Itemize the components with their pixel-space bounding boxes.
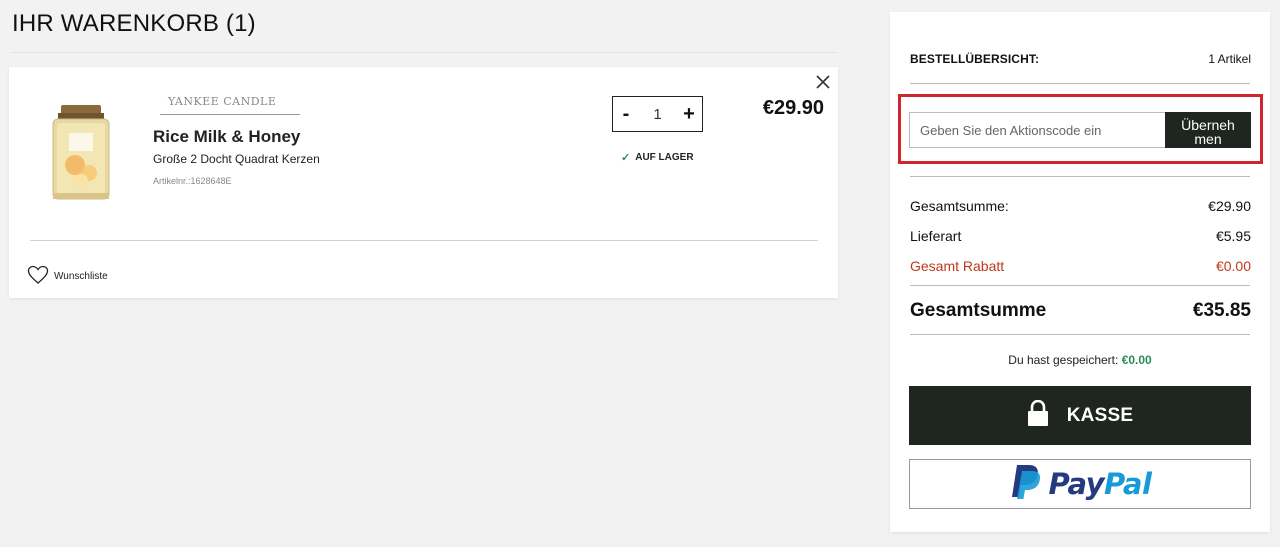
discount-row: Gesamt Rabatt €0.00 [910,258,1251,274]
apply-promo-label-line2: men [1194,130,1222,147]
remove-item-close-icon[interactable] [814,73,832,91]
order-summary-title: BESTELLÜBERSICHT: [910,52,1040,66]
subtotal-row: Gesamtsumme: €29.90 [910,198,1251,214]
quantity-stepper: - + [612,96,703,132]
summary-divider [910,83,1250,84]
checkout-label: KASSE [1066,404,1134,426]
brand-logo[interactable]: YANKEE CANDLE [160,95,300,115]
quantity-decrease-button[interactable]: - [619,104,633,124]
savings-note: Du hast gespeichert: €0.00 [890,353,1270,367]
product-description: Große 2 Docht Quadrat Kerzen [153,152,320,166]
shipping-row: Lieferart €5.95 [910,228,1251,244]
discount-label: Gesamt Rabatt [910,258,1005,274]
shipping-label: Lieferart [910,228,962,244]
cart-item-card: YANKEE CANDLE Rice Milk & Honey Große 2 … [9,67,838,298]
apply-promo-button[interactable]: Überneh men [1165,112,1251,148]
brand-name: YANKEE CANDLE [168,95,277,108]
title-divider [10,52,838,53]
order-summary-panel: BESTELLÜBERSICHT: 1 Artikel Übernehmen G… [890,12,1270,532]
savings-value: €0.00 [1121,353,1152,367]
card-divider [30,240,818,241]
promo-code-form: Übernehmen [909,112,1251,148]
heart-icon [27,265,49,288]
paypal-logo-icon [1009,463,1043,506]
paypal-wordmark-pay: Pay [1048,467,1105,501]
stock-status: ✓ AUF LAGER [621,151,694,164]
product-sku: Artikelnr.:1628648E [153,176,232,186]
order-summary-header: BESTELLÜBERSICHT: 1 Artikel [910,52,1251,66]
product-image[interactable] [45,103,117,203]
savings-label: Du hast gespeichert: [1008,353,1119,367]
paypal-button[interactable]: PayPal [909,459,1251,509]
item-price: €29.90 [762,97,824,119]
discount-value: €0.00 [1215,258,1251,274]
grand-total-value: €35.85 [1192,300,1251,321]
item-count: 1 Artikel [1208,52,1251,66]
page-title: IHR WARENKORB (1) [12,10,256,37]
paypal-wordmark-pal: Pal [1104,467,1152,501]
summary-divider [910,176,1250,177]
promo-code-input[interactable] [909,112,1165,148]
stock-status-label: AUF LAGER [635,152,694,163]
shipping-value: €5.95 [1215,228,1251,244]
checkmark-icon: ✓ [621,152,631,164]
paypal-wordmark: PayPal [1049,467,1152,501]
wishlist-label: Wunschliste [54,271,108,282]
quantity-input[interactable] [637,105,678,123]
checkout-button[interactable]: KASSE [909,386,1251,445]
grand-total-row: Gesamtsumme €35.85 [910,300,1251,322]
lock-icon [1027,399,1049,432]
product-name[interactable]: Rice Milk & Honey [153,127,300,147]
wishlist-button[interactable]: Wunschliste [27,265,108,288]
quantity-increase-button[interactable]: + [682,104,696,124]
grand-total-label: Gesamtsumme [910,300,1047,321]
summary-divider [910,334,1250,335]
summary-divider [910,285,1250,286]
subtotal-value: €29.90 [1208,198,1251,214]
subtotal-label: Gesamtsumme: [910,198,1009,214]
